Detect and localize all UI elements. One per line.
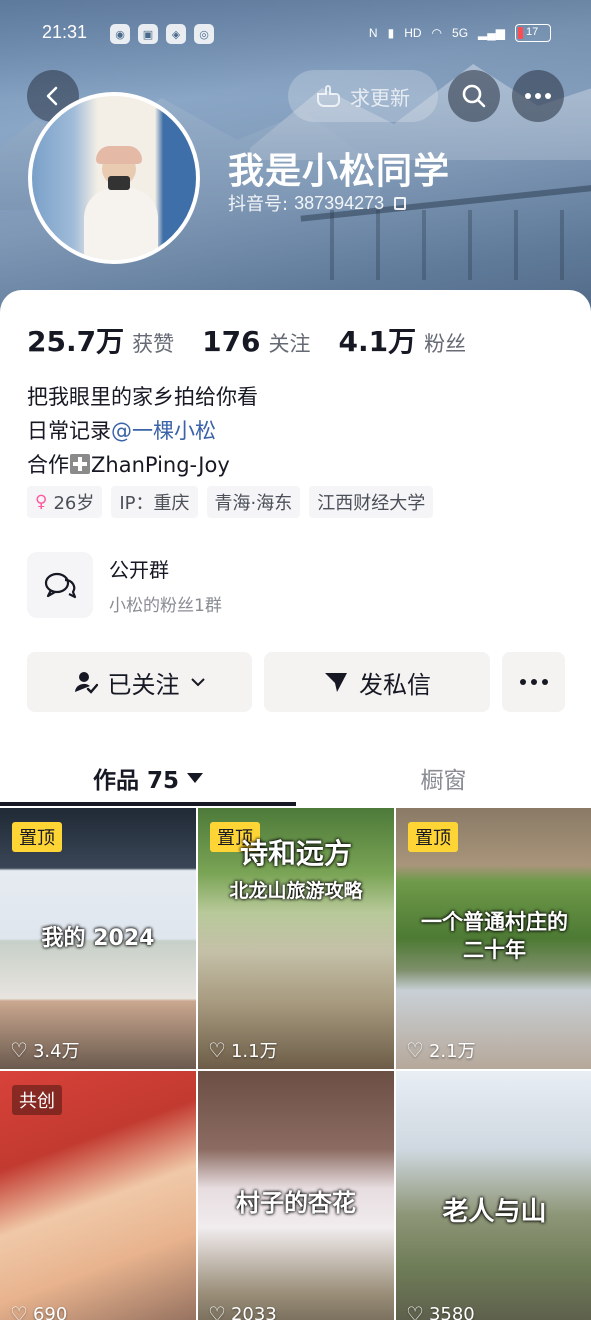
pointing-hand-icon [317, 85, 340, 107]
video-thumbnail[interactable]: 村子的杏花 ♡ 2033 [198, 1071, 394, 1320]
request-update-button[interactable]: 求更新 [288, 70, 438, 122]
stat-followers[interactable]: 4.1万 粉丝 [339, 320, 467, 360]
group-subtitle: 小松的粉丝1群 [109, 596, 222, 616]
wechat-icon: ◉ [110, 24, 130, 44]
fan-group-entry[interactable]: 公开群 小松的粉丝1群 [27, 552, 567, 618]
copy-icon[interactable] [394, 196, 407, 210]
more-options-button[interactable] [512, 70, 564, 122]
followed-button[interactable]: 已关注 [27, 652, 252, 712]
profile-card: 25.7万 获赞 176 关注 4.1万 粉丝 把我眼里的家乡拍给你看 日常记录… [0, 290, 591, 1320]
tab-active-indicator [0, 802, 296, 806]
wifi-icon: ◠ [431, 26, 443, 40]
notification-icons: ◉ ▣ ◈ ◎ [110, 24, 214, 44]
vibrate-icon: ▮ [387, 26, 395, 40]
stat-following[interactable]: 176 关注 [202, 325, 310, 358]
tag-school[interactable]: 江西财经大学 [309, 486, 434, 518]
video-likes: ♡ 2033 [208, 1302, 277, 1320]
mention-link[interactable]: @一棵小松 [111, 419, 216, 443]
more-dots-icon [519, 679, 548, 685]
heart-icon: ♡ [208, 1038, 226, 1062]
video-thumbnail[interactable]: 老人与山 ♡ 3580 [396, 1071, 591, 1320]
content-tabs: 作品 75 橱窗 [0, 750, 591, 806]
plus-icon [70, 454, 90, 474]
video-caption: 村子的杏花 [236, 1189, 356, 1217]
video-likes: ♡ 1.1万 [208, 1038, 278, 1062]
profile-nickname: 我是小松同学 [228, 151, 451, 192]
tag-ip: IP：重庆 [111, 486, 198, 518]
video-subcaption: 二十年 [463, 938, 526, 962]
pinned-badge: 置顶 [408, 822, 458, 852]
signal-label: 5G [452, 26, 469, 40]
tag-age: ♀ 26岁 [27, 486, 103, 518]
chevron-down-icon [190, 678, 205, 687]
profile-actions: 已关注 发私信 [27, 652, 565, 712]
group-title: 公开群 [109, 558, 169, 582]
battery-level: 17 [526, 26, 539, 38]
search-button[interactable] [448, 70, 500, 122]
status-time: 21:31 [42, 22, 88, 42]
cover-railing-posts [330, 210, 591, 280]
video-caption: 老人与山 [442, 1197, 547, 1227]
pinned-badge: 置顶 [12, 822, 62, 852]
send-icon [325, 673, 347, 692]
avatar[interactable] [28, 92, 200, 264]
bio-line: 日常记录@一棵小松 [27, 419, 216, 443]
more-dots-icon [525, 93, 551, 99]
more-actions-button[interactable] [502, 652, 565, 712]
chevron-left-icon [46, 86, 58, 106]
battery-icon: 17 [515, 24, 551, 42]
system-icons: N ▮ HD ◠ 5G ▂▄▆ 17 [369, 24, 551, 42]
status-bar: 21:31 ◉ ▣ ◈ ◎ N ▮ HD ◠ 5G ▂▄▆ 17 [0, 18, 591, 52]
heart-icon: ♡ [406, 1302, 424, 1320]
weibo-icon: ◎ [194, 24, 214, 44]
send-message-button[interactable]: 发私信 [264, 652, 490, 712]
tab-works[interactable]: 作品 75 [0, 750, 296, 806]
co-creation-badge: 共创 [12, 1085, 62, 1115]
nfc-icon: N [368, 26, 378, 40]
heart-icon: ♡ [10, 1302, 28, 1320]
notification-app-icon: ◈ [166, 24, 186, 44]
signal-icon: ▂▄▆ [478, 26, 505, 40]
profile-tags: ♀ 26岁 IP：重庆 青海·海东 江西财经大学 [27, 486, 434, 518]
video-likes: ♡ 3.4万 [10, 1038, 80, 1062]
user-check-icon [74, 672, 98, 694]
video-caption: 我的 2024 [41, 926, 155, 951]
heart-icon: ♡ [208, 1302, 226, 1320]
heart-icon: ♡ [10, 1038, 28, 1062]
notification-app-icon: ▣ [138, 24, 158, 44]
heart-icon: ♡ [406, 1038, 424, 1062]
request-update-label: 求更新 [350, 85, 410, 110]
caret-down-icon [187, 773, 203, 783]
douyin-id[interactable]: 抖音号: 387394273 [228, 190, 407, 216]
group-chat-icon [27, 552, 93, 618]
profile-stats: 25.7万 获赞 176 关注 4.1万 粉丝 [27, 320, 466, 360]
video-thumbnail[interactable]: 共创 ♡ 690 [0, 1071, 196, 1320]
video-thumbnail[interactable]: 置顶 诗和远方 北龙山旅游攻略 ♡ 1.1万 [198, 808, 394, 1069]
video-subcaption: 北龙山旅游攻略 [229, 880, 363, 902]
hd-icon: HD [404, 26, 422, 40]
stat-likes[interactable]: 25.7万 获赞 [27, 320, 174, 360]
video-likes: ♡ 3580 [406, 1302, 475, 1320]
video-likes: ♡ 2.1万 [406, 1038, 476, 1062]
douyin-id-value: 387394273 [294, 192, 385, 213]
camera-icon [108, 176, 130, 190]
video-likes: ♡ 690 [10, 1302, 67, 1320]
followed-label: 已关注 [107, 670, 180, 699]
video-thumbnail[interactable]: 置顶 我的 2024 ♡ 3.4万 [0, 808, 196, 1069]
tab-showcase[interactable]: 橱窗 [296, 750, 591, 806]
video-caption: 诗和远方 [239, 837, 352, 870]
profile-bio: 把我眼里的家乡拍给你看 日常记录@一棵小松 合作 ZhanPing-Joy [27, 380, 258, 482]
video-caption: 一个普通村庄的 [421, 910, 568, 934]
video-grid: 置顶 我的 2024 ♡ 3.4万 置顶 诗和远方 北龙山旅游攻略 ♡ 1.1万… [0, 808, 591, 1320]
bio-line: 把我眼里的家乡拍给你看 [27, 385, 258, 409]
search-icon [462, 84, 486, 108]
female-icon: ♀ [35, 492, 48, 512]
tag-location[interactable]: 青海·海东 [206, 486, 301, 518]
douyin-id-label: 抖音号: [228, 194, 289, 215]
send-message-label: 发私信 [359, 670, 431, 699]
video-thumbnail[interactable]: 置顶 一个普通村庄的 二十年 ♡ 2.1万 [396, 808, 591, 1069]
bio-line: 合作 ZhanPing-Joy [27, 453, 230, 477]
